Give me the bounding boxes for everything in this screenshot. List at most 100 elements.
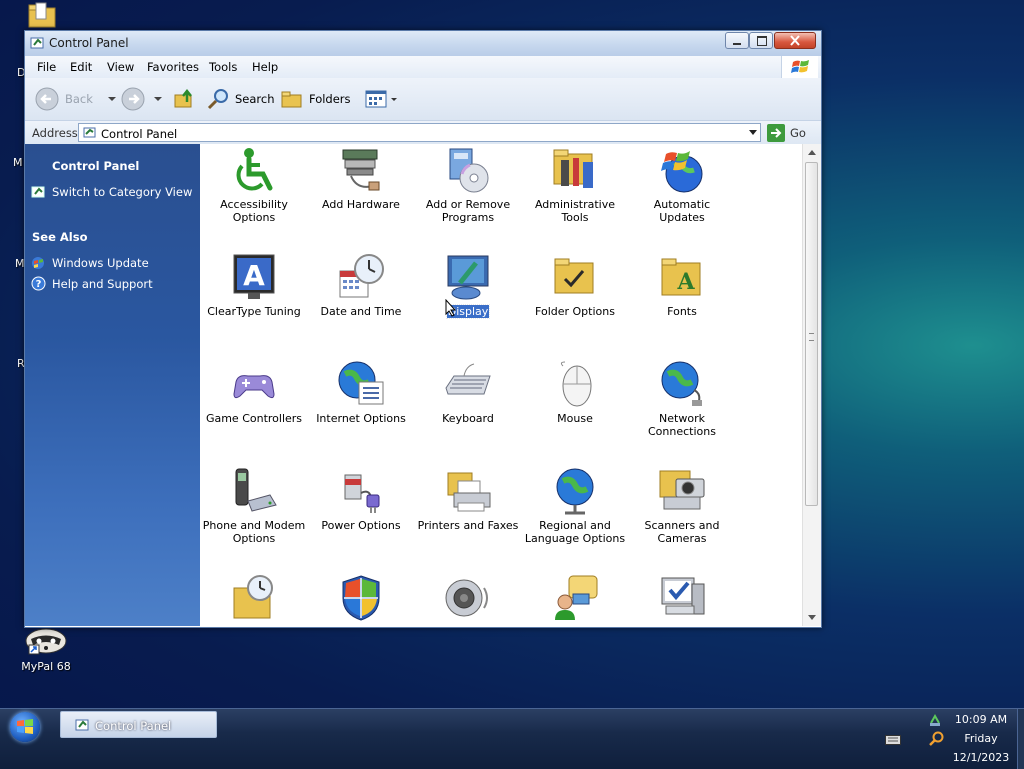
scroll-down-icon[interactable] [808, 615, 816, 620]
item-label: Game Controllers [205, 412, 303, 425]
go-button[interactable]: Go [767, 123, 806, 142]
item-cleartype-tuning[interactable]: A ClearType Tuning [201, 253, 307, 318]
item-add-hardware[interactable]: Add Hardware [308, 146, 414, 211]
views-button[interactable] [365, 88, 398, 110]
up-folder-icon [174, 88, 192, 108]
folders-button[interactable]: Folders [281, 88, 351, 110]
scroll-thumb[interactable] [805, 162, 818, 506]
item-system[interactable] [629, 574, 735, 626]
item-keyboard[interactable]: Keyboard [415, 360, 521, 425]
vertical-scrollbar[interactable] [802, 144, 821, 626]
up-folder-button[interactable] [173, 88, 195, 110]
speech-icon [555, 575, 598, 620]
chevron-down-icon [107, 97, 116, 101]
item-label: Accessibility Options [220, 198, 288, 224]
item-display[interactable]: Display [415, 253, 521, 319]
item-label: Network Connections [648, 412, 716, 438]
item-label: Folder Options [535, 305, 615, 318]
item-date-and-time[interactable]: Date and Time [308, 253, 414, 318]
chevron-down-icon[interactable] [749, 130, 757, 135]
item-label: Keyboard [442, 412, 494, 425]
item-speech[interactable] [522, 574, 628, 626]
sounds-icon [445, 579, 488, 617]
close-button[interactable] [774, 32, 816, 49]
accessibility-icon [236, 148, 273, 191]
item-mouse[interactable]: Mouse [522, 360, 628, 425]
item-label: Fonts [667, 305, 697, 318]
item-label: Printers and Faxes [417, 519, 519, 532]
desktop-folder-icon[interactable] [27, 2, 57, 28]
raccoon-icon [25, 628, 67, 655]
menu-favorites[interactable]: Favorites [147, 60, 199, 74]
see-also-heading: See Also [32, 230, 88, 244]
folders-icon [281, 91, 302, 108]
item-automatic-updates[interactable]: Automatic Updates [629, 146, 735, 224]
menu-edit[interactable]: Edit [70, 60, 92, 74]
item-game-controllers[interactable]: Game Controllers [201, 360, 307, 425]
date-time-icon [339, 254, 384, 298]
scheduled-tasks-icon [233, 575, 273, 619]
network-tray-icon[interactable] [928, 713, 942, 727]
item-power-options[interactable]: Power Options [308, 467, 414, 532]
menu-tools[interactable]: Tools [209, 60, 237, 74]
chevron-down-icon [391, 97, 397, 101]
item-security-center[interactable] [308, 574, 414, 626]
menu-help[interactable]: Help [252, 60, 278, 74]
search-label: Search [235, 92, 275, 106]
menu-file[interactable]: File [37, 60, 56, 74]
taskbar-button-control-panel[interactable]: Control Panel [60, 711, 217, 738]
help-and-support-label: Help and Support [52, 276, 153, 291]
item-printers-and-faxes[interactable]: Printers and Faxes [415, 467, 521, 532]
item-scanners-and-cameras[interactable]: Scanners and Cameras [629, 467, 735, 545]
windows-update-label: Windows Update [52, 256, 149, 270]
help-icon: ? [31, 276, 46, 291]
title-bar[interactable]: Control Panel [25, 31, 821, 57]
back-button[interactable]: Back [35, 87, 117, 111]
minimize-button[interactable] [725, 32, 749, 49]
task-pane: Control Panel Switch to Category View Se… [25, 144, 200, 626]
start-button[interactable] [10, 712, 40, 742]
item-label: Administrative Tools [534, 198, 616, 224]
address-field[interactable]: Control Panel [78, 123, 761, 142]
administrative-tools-icon [553, 149, 593, 188]
item-internet-options[interactable]: Internet Options [308, 360, 414, 425]
help-and-support-link[interactable]: ? Help and Support [31, 276, 153, 291]
switch-category-view-link[interactable]: Switch to Category View [31, 185, 192, 199]
address-value: Control Panel [101, 127, 178, 141]
item-regional-and-language[interactable]: Regional and Language Options [522, 467, 628, 545]
item-scheduled-tasks[interactable] [201, 574, 307, 626]
maximize-icon [757, 36, 767, 46]
toolbar: Back Search Folders [25, 78, 821, 121]
item-network-connections[interactable]: Network Connections [629, 360, 735, 438]
item-sounds[interactable] [415, 574, 521, 626]
item-add-remove-programs[interactable]: Add or Remove Programs [415, 146, 521, 224]
item-accessibility-options[interactable]: Accessibility Options [201, 146, 307, 224]
menu-view[interactable]: View [107, 60, 134, 74]
windows-update-link[interactable]: Windows Update [31, 256, 149, 270]
cleartype-icon: A [233, 254, 275, 299]
item-administrative-tools[interactable]: Administrative Tools [522, 146, 628, 224]
security-center-icon [342, 575, 380, 621]
show-desktop-button[interactable] [1017, 709, 1024, 769]
scroll-up-icon[interactable] [808, 150, 816, 155]
windows-logo-icon [17, 719, 33, 734]
address-label: Address [32, 126, 78, 140]
svg-text:A: A [243, 259, 265, 292]
maximize-button[interactable] [749, 32, 773, 49]
item-folder-options[interactable]: Folder Options [522, 253, 628, 318]
clock-time[interactable]: 10:09 AM [950, 713, 1012, 726]
item-phone-and-modem[interactable]: Phone and Modem Options [201, 467, 307, 545]
menu-bar: File Edit View Favorites Tools Help [25, 56, 821, 79]
keyboard-icon[interactable] [885, 735, 901, 745]
search-icon[interactable] [928, 731, 944, 747]
taskbar-button-label: Control Panel [95, 719, 172, 733]
control-panel-window: Control Panel File Edit View Favorites T… [24, 30, 822, 628]
search-button[interactable]: Search [207, 88, 275, 110]
desktop-icon-mypal[interactable]: MyPal 68 [14, 626, 78, 673]
go-arrow-icon [767, 123, 785, 142]
desktop-label-fragment: M [13, 156, 23, 169]
game-controller-icon [233, 375, 275, 399]
item-label: Add or Remove Programs [425, 198, 511, 224]
forward-button[interactable] [121, 87, 163, 111]
item-fonts[interactable]: A Fonts [629, 253, 735, 318]
